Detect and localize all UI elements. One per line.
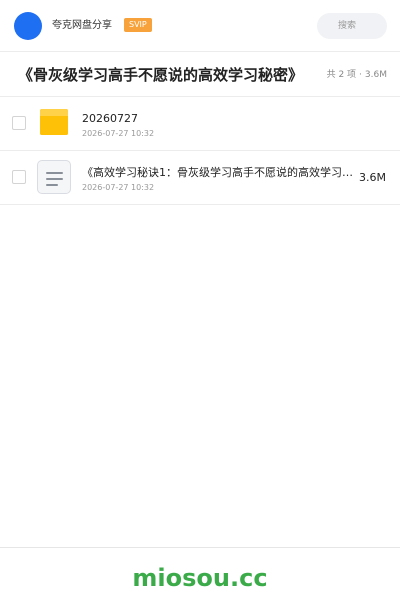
file-name: 20260727 bbox=[82, 112, 138, 125]
share-meta: 共 2 项 · 3.6M bbox=[327, 69, 387, 81]
file-row-document[interactable]: 《高效学习秘诀1：骨灰级学习高手不愿说的高效学习秘密》 2026-07-27 1… bbox=[0, 151, 400, 205]
select-checkbox[interactable] bbox=[12, 170, 26, 184]
meta-separator: · bbox=[359, 70, 362, 80]
search-input[interactable]: 搜索 bbox=[317, 13, 387, 39]
share-title-bar: 《骨灰级学习高手不愿说的高效学习秘密》 共 2 项 · 3.6M bbox=[0, 53, 400, 97]
file-date: 2026-07-27 10:32 bbox=[82, 129, 155, 138]
avatar[interactable] bbox=[14, 12, 42, 40]
top-bar: 夸克网盘分享 SVIP 搜索 bbox=[0, 0, 400, 52]
folder-icon bbox=[40, 109, 68, 135]
share-title: 《骨灰级学习高手不愿说的高效学习秘密》 bbox=[18, 66, 304, 84]
total-size: 3.6M bbox=[364, 70, 387, 80]
select-checkbox[interactable] bbox=[12, 116, 26, 130]
share-account-name: 夸克网盘分享 bbox=[52, 20, 112, 31]
file-date: 2026-07-27 10:32 bbox=[82, 183, 155, 192]
footer: miosou.cc bbox=[0, 547, 400, 600]
file-row-folder[interactable]: 20260727 2026-07-27 10:32 bbox=[0, 97, 400, 151]
footer-logo[interactable]: miosou.cc bbox=[0, 563, 400, 593]
document-icon bbox=[37, 160, 71, 194]
file-size: 3.6M bbox=[359, 171, 386, 184]
svip-badge: SVIP bbox=[124, 18, 152, 32]
item-count: 共 2 项 bbox=[326, 70, 357, 80]
file-name: 《高效学习秘诀1：骨灰级学习高手不愿说的高效学习秘密》 bbox=[82, 166, 360, 179]
